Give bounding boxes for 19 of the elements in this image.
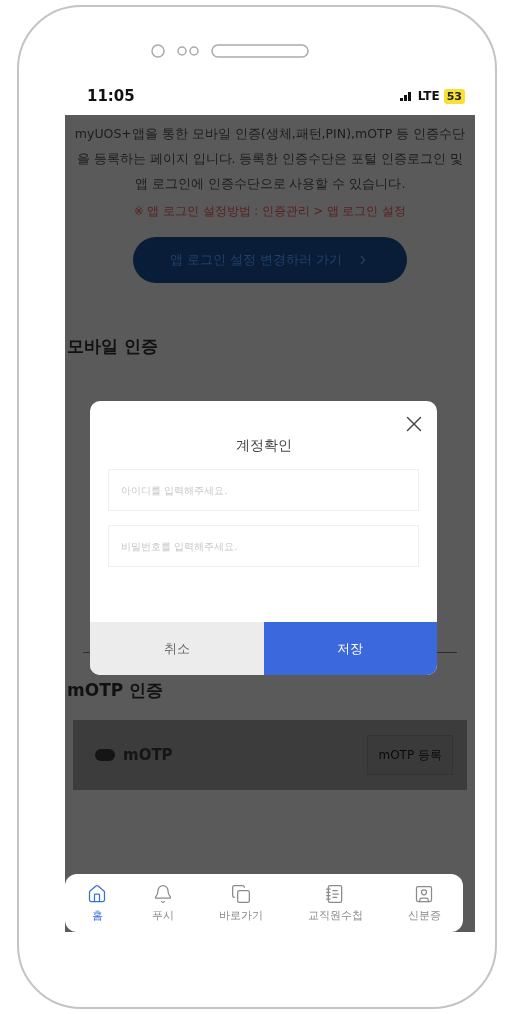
toggle-icon: [95, 749, 115, 761]
section-title: 모바일 인증: [66, 335, 159, 358]
nav-tab[interactable]: 신분증: [403, 883, 445, 923]
battery-level: 53: [443, 88, 465, 104]
signal-icon: [399, 91, 414, 101]
copy-icon: [231, 883, 251, 904]
dialog-title: 계정확인: [234, 437, 293, 455]
nav-tab[interactable]: 홈: [83, 883, 112, 923]
nav-tab[interactable]: 교직원수첩: [303, 883, 367, 923]
status-time: 11:05: [87, 87, 135, 105]
save-button[interactable]: 저장: [263, 622, 437, 675]
network-label: LTE: [417, 89, 440, 103]
bell-icon: [153, 883, 174, 904]
section-title: mOTP 인증: [66, 679, 165, 702]
cancel-button[interactable]: 취소: [90, 622, 264, 675]
id-card-icon: [414, 883, 435, 904]
nav-tab[interactable]: 바로가기: [215, 883, 267, 923]
home-icon: [87, 883, 108, 904]
nav-tab[interactable]: 푸시: [148, 883, 179, 923]
